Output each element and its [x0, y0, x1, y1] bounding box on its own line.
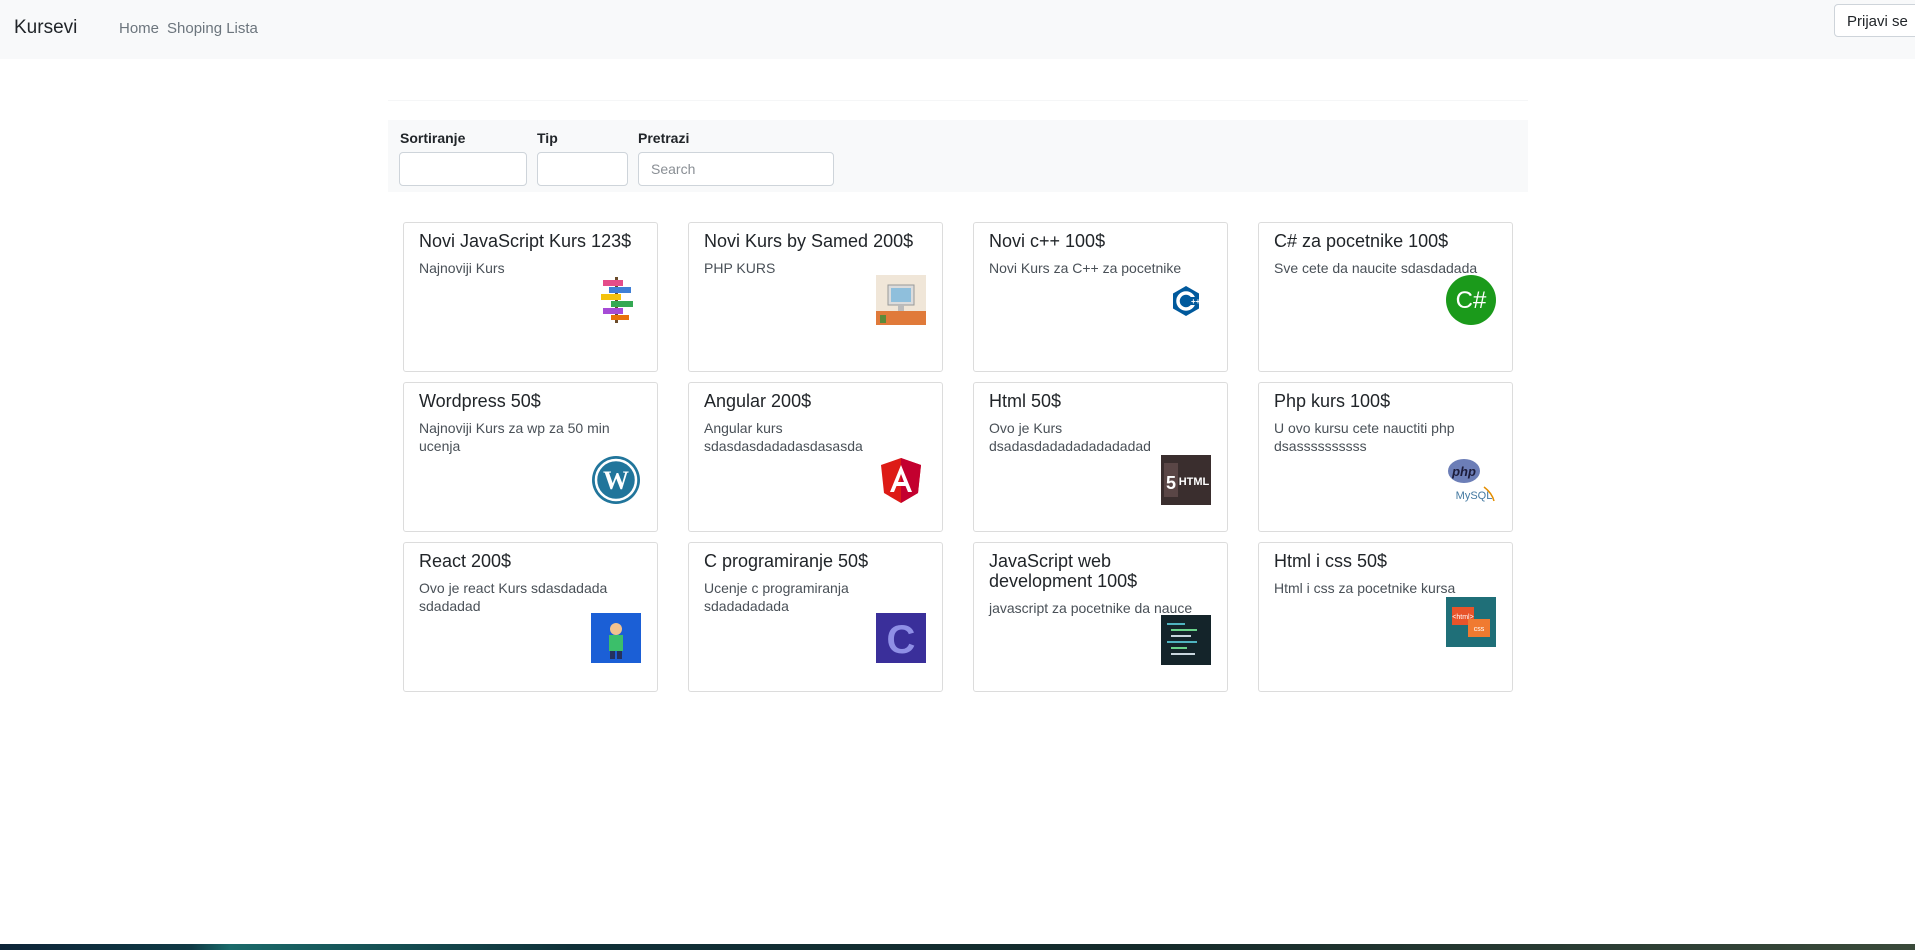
svg-text:W: W [603, 466, 629, 495]
svg-text:++: ++ [1191, 297, 1201, 306]
course-title: Html i css 50$ [1274, 551, 1388, 571]
course-card[interactable]: Novi JavaScript Kurs 123$ Najnoviji Kurs [403, 222, 658, 372]
course-card[interactable]: Wordpress 50$ Najnoviji Kurs za wp za 50… [403, 382, 658, 532]
course-title: JavaScript web development 100$ [989, 551, 1138, 591]
course-title: Novi c++ 100$ [989, 231, 1106, 251]
js-signpost-icon [601, 277, 633, 323]
nav-link-shopping-list[interactable]: Shoping Lista [167, 20, 258, 37]
course-title: Wordpress 50$ [419, 391, 541, 411]
csharp-logo-icon: C# [1446, 275, 1496, 325]
sort-select[interactable] [399, 152, 527, 186]
angular-logo-icon [881, 458, 921, 503]
course-title: React 200$ [419, 551, 512, 571]
sort-label: Sortiranje [400, 130, 466, 146]
course-title: Angular 200$ [704, 391, 812, 411]
code-screen-icon [1161, 615, 1211, 665]
course-title: C programiranje 50$ [704, 551, 869, 571]
svg-text:C: C [887, 618, 916, 662]
navbar: Kursevi Home Shoping Lista Prijavi se [0, 0, 1915, 59]
svg-text:<html>: <html> [1452, 614, 1473, 621]
type-label: Tip [537, 130, 558, 146]
php-mysql-icon: php MySQL [1448, 459, 1495, 502]
course-card[interactable]: React 200$ Ovo je react Kurs sdasdadada … [403, 542, 658, 692]
course-card[interactable]: C programiranje 50$ Ucenje c programiran… [688, 542, 943, 692]
login-button[interactable]: Prijavi se [1834, 4, 1915, 37]
course-card[interactable]: Novi Kurs by Samed 200$ PHP KURS [688, 222, 943, 372]
course-title: Html 50$ [989, 391, 1062, 411]
cpp-logo-icon: ++ [1173, 286, 1201, 316]
course-description: Ucenje c programiranja sdadadadada [704, 580, 849, 614]
course-title: Novi JavaScript Kurs 123$ [419, 231, 632, 251]
course-title: Novi Kurs by Samed 200$ [704, 231, 914, 251]
course-title: Php kurs 100$ [1274, 391, 1391, 411]
filter-bar: Sortiranje Tip Pretrazi [388, 120, 1528, 192]
course-description: U ovo kursu cete nauctiti php dsasssssss… [1274, 420, 1455, 454]
course-card[interactable]: Html 50$ Ovo je Kurs dsadasdadadadadadad… [973, 382, 1228, 532]
course-card[interactable]: JavaScript web development 100$ javascri… [973, 542, 1228, 692]
search-label: Pretrazi [638, 130, 690, 146]
nav-link-home[interactable]: Home [119, 20, 159, 37]
c-letter-icon: C [876, 613, 926, 663]
svg-text:css: css [1474, 626, 1485, 633]
course-card[interactable]: Html i css 50$ Html i css za pocetnike k… [1258, 542, 1513, 692]
search-input[interactable] [638, 152, 834, 186]
svg-text:php: php [1451, 464, 1476, 479]
html5-book-icon: 5 HTML [1161, 455, 1211, 505]
course-card[interactable]: Php kurs 100$ U ovo kursu cete nauctiti … [1258, 382, 1513, 532]
divider [388, 100, 1528, 101]
svg-text:5: 5 [1166, 473, 1176, 493]
svg-text:MySQL: MySQL [1456, 490, 1493, 502]
course-description: Html i css za pocetnike kursa [1274, 580, 1456, 596]
svg-text:C#: C# [1456, 287, 1487, 314]
wordpress-logo-icon: W [592, 456, 640, 504]
course-card[interactable]: Angular 200$ Angular kurs sdasdasdadadas… [688, 382, 943, 532]
react-figure-icon [591, 613, 641, 663]
course-card[interactable]: C# za pocetnike 100$ Sve cete da naucite… [1258, 222, 1513, 372]
course-title: C# za pocetnike 100$ [1274, 231, 1449, 251]
brand-link[interactable]: Kursevi [14, 17, 77, 39]
svg-text:HTML: HTML [1179, 476, 1210, 488]
course-description: Najnoviji Kurs za wp za 50 min ucenja [419, 420, 610, 454]
course-description: Ovo je react Kurs sdasdadada sdadadad [419, 580, 608, 614]
computer-desk-icon [876, 275, 926, 325]
taskbar-strip [0, 944, 1915, 950]
type-select[interactable] [537, 152, 628, 186]
course-description: Angular kurs sdasdasdadadasdasasda [704, 420, 863, 454]
html-css-icon: <html> css [1446, 597, 1496, 647]
course-description: Ovo je Kurs dsadasdadadadadadadad [989, 420, 1151, 454]
course-card[interactable]: Novi c++ 100$ Novi Kurs za C++ za pocetn… [973, 222, 1228, 372]
